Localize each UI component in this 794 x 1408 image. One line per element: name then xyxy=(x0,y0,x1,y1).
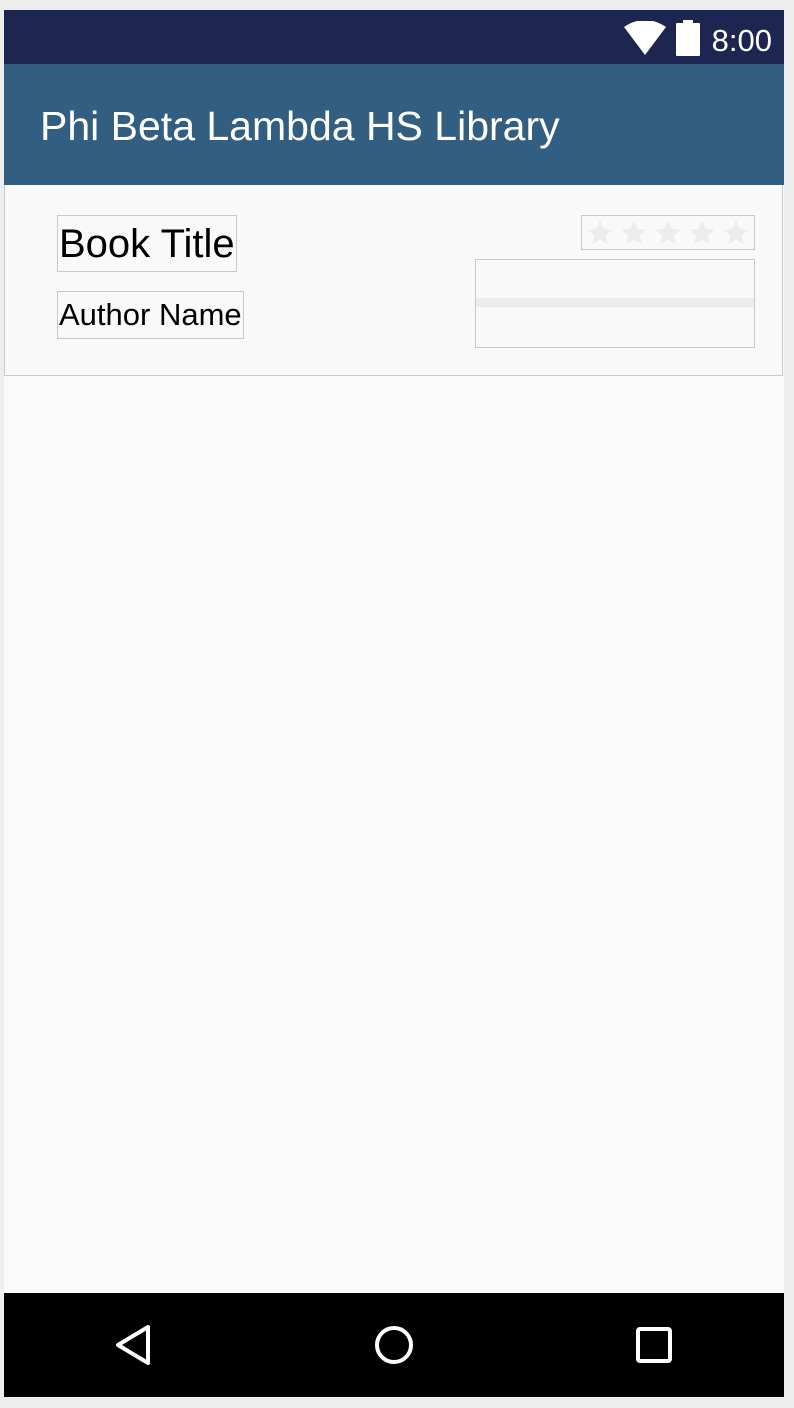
app-bar: Phi Beta Lambda HS Library xyxy=(4,64,784,185)
star-icon[interactable] xyxy=(721,218,751,248)
wifi-icon xyxy=(623,21,666,55)
status-icons: 8:00 xyxy=(623,18,772,58)
status-bar: 8:00 xyxy=(4,10,784,64)
app-title: Phi Beta Lambda HS Library xyxy=(40,103,560,149)
home-icon[interactable] xyxy=(372,1323,416,1367)
star-icon[interactable] xyxy=(619,218,649,248)
status-time: 8:00 xyxy=(711,23,772,58)
book-list-item[interactable]: Book Title Author Name xyxy=(4,185,783,376)
phone-screen: 8:00 Phi Beta Lambda HS Library Book Tit… xyxy=(4,10,784,1397)
star-icon[interactable] xyxy=(585,218,615,248)
reading-progress xyxy=(475,259,755,348)
star-icon[interactable] xyxy=(687,218,717,248)
star-icon[interactable] xyxy=(653,218,683,248)
progress-track xyxy=(476,298,754,307)
book-title: Book Title xyxy=(57,215,237,272)
author-name: Author Name xyxy=(57,291,244,339)
navigation-bar xyxy=(4,1293,784,1397)
recents-icon[interactable] xyxy=(632,1323,676,1367)
back-icon[interactable] xyxy=(112,1323,156,1367)
rating-bar[interactable] xyxy=(581,215,755,250)
battery-icon xyxy=(675,20,700,56)
